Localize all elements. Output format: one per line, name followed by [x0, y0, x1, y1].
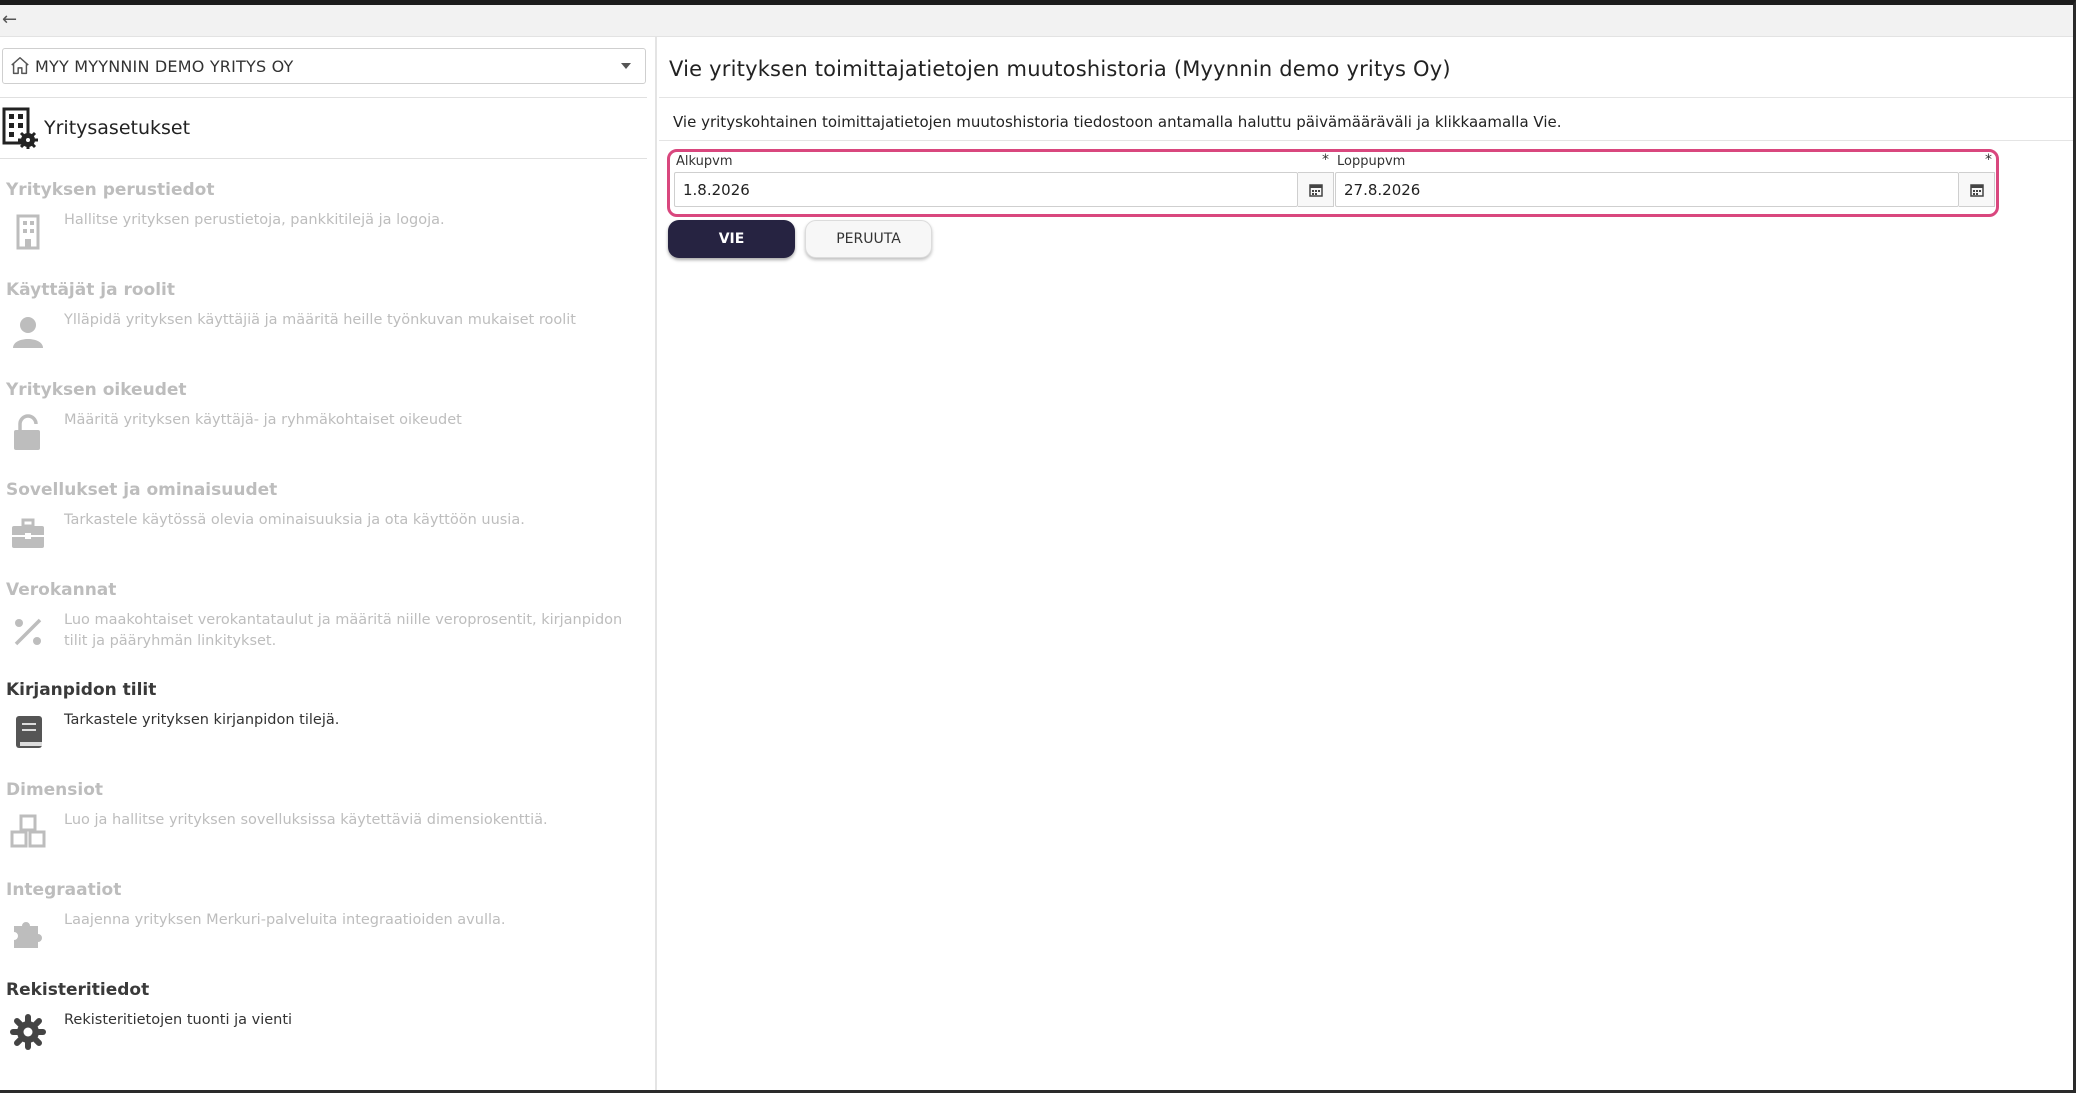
sidebar-item-desc: Luo maakohtaiset verokantataulut ja määr…: [64, 612, 623, 649]
briefcase-icon: [12, 518, 44, 548]
sidebar-item-title: Yrityksen oikeudet: [6, 380, 187, 400]
end-date-input[interactable]: [1335, 172, 1959, 207]
page-title: Vie yrityksen toimittajatietojen muutosh…: [669, 57, 1451, 81]
end-date-label: Loppupvm: [1337, 154, 1406, 169]
sidebar-item-desc: Hallitse yrityksen perustietoja, pankkit…: [64, 212, 445, 228]
sidebar-item-desc: Laajenna yrityksen Merkuri-palveluita in…: [64, 912, 506, 928]
sidebar-item-title: Rekisteritiedot: [6, 980, 150, 1000]
sidebar: MYY MYYNNIN DEMO YRITYS OY Yritysasetuks…: [0, 37, 657, 1090]
divider: [659, 140, 2073, 141]
calendar-icon[interactable]: [1959, 172, 1995, 207]
back-arrow-icon[interactable]: ←: [2, 9, 24, 31]
sidebar-item-desc: Tarkastele yrityksen kirjanpidon tilejä.: [64, 712, 340, 728]
sidebar-item-rekisteritiedot[interactable]: Rekisteritiedot Rekisteritietojen tuonti…: [6, 980, 646, 1052]
company-name: MYY MYYNNIN DEMO YRITYS OY: [35, 56, 294, 76]
percent-icon: [14, 618, 42, 646]
sidebar-item-title: Yrityksen perustiedot: [6, 180, 215, 200]
user-icon: [13, 317, 43, 348]
export-button[interactable]: VIE: [668, 220, 795, 258]
sidebar-item-desc: Luo ja hallitse yrityksen sovelluksissa …: [64, 812, 548, 828]
sidebar-item-kirjanpidon-tilit[interactable]: Kirjanpidon tilit Tarkastele yrityksen k…: [6, 680, 646, 752]
sidebar-item-desc: Määritä yrityksen käyttäjä- ja ryhmäkoht…: [64, 412, 462, 428]
required-marker: *: [1985, 152, 1992, 168]
sidebar-item-sovellukset[interactable]: Sovellukset ja ominaisuudet Tarkastele k…: [6, 480, 646, 552]
sidebar-header: Yritysasetukset: [0, 97, 647, 159]
sidebar-item-title: Verokannat: [6, 580, 117, 600]
building-gear-icon: [2, 107, 38, 149]
required-marker: *: [1322, 152, 1329, 168]
building-icon: [16, 214, 40, 250]
page-description: Vie yrityskohtainen toimittajatietojen m…: [673, 113, 1562, 131]
sidebar-item-title: Dimensiot: [6, 780, 104, 800]
top-bar: ←: [0, 5, 2073, 37]
sidebar-item-title: Sovellukset ja ominaisuudet: [6, 480, 278, 500]
sidebar-item-desc: Ylläpidä yrityksen käyttäjiä ja määritä …: [64, 312, 576, 328]
start-date-input[interactable]: [674, 172, 1298, 207]
calendar-icon[interactable]: [1298, 172, 1334, 207]
gear-icon: [10, 1014, 46, 1050]
main-panel: Vie yrityksen toimittajatietojen muutosh…: [659, 37, 2073, 1090]
chevron-down-icon: [621, 63, 631, 69]
start-date-label: Alkupvm: [676, 154, 733, 169]
cancel-button[interactable]: PERUUTA: [805, 220, 932, 258]
sidebar-item-dimensiot[interactable]: Dimensiot Luo ja hallitse yrityksen sove…: [6, 780, 646, 852]
unlock-icon: [14, 414, 40, 450]
sidebar-item-desc: Rekisteritietojen tuonti ja vienti: [64, 1012, 293, 1028]
sidebar-item-verokannat[interactable]: Verokannat Luo maakohtaiset verokantatau…: [6, 580, 646, 652]
sidebar-item-title: Kirjanpidon tilit: [6, 680, 157, 700]
book-icon: [16, 716, 42, 748]
sidebar-item-integraatiot[interactable]: Integraatiot Laajenna yrityksen Merkuri-…: [6, 880, 646, 952]
puzzle-icon: [14, 922, 42, 948]
home-icon: [11, 57, 29, 75]
date-range-group: Alkupvm * Loppupvm *: [667, 149, 1999, 217]
sidebar-title: Yritysasetukset: [44, 117, 191, 139]
sidebar-item-title: Käyttäjät ja roolit: [6, 280, 176, 300]
sidebar-item-perustiedot[interactable]: Yrityksen perustiedot Hallitse yrityksen…: [6, 180, 646, 252]
sidebar-item-kayttajat[interactable]: Käyttäjät ja roolit Ylläpidä yrityksen k…: [6, 280, 646, 352]
sidebar-item-desc: Tarkastele käytössä olevia ominaisuuksia…: [64, 512, 525, 528]
divider: [659, 97, 2073, 98]
cubes-icon: [10, 814, 46, 848]
company-select[interactable]: MYY MYYNNIN DEMO YRITYS OY: [2, 48, 646, 84]
sidebar-item-title: Integraatiot: [6, 880, 122, 900]
sidebar-item-oikeudet[interactable]: Yrityksen oikeudet Määritä yrityksen käy…: [6, 380, 646, 452]
